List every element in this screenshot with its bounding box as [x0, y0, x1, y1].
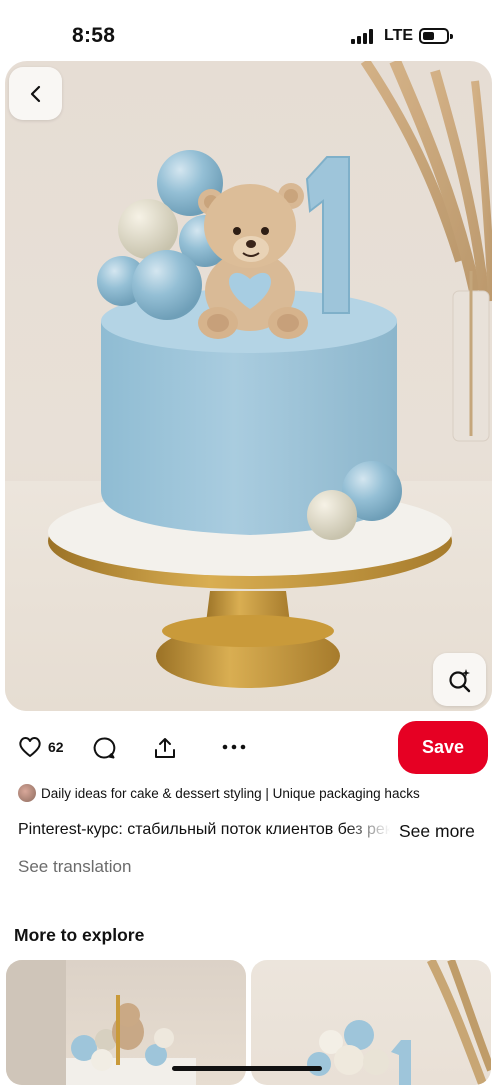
visual-search-button[interactable] — [433, 653, 486, 706]
comment-bubble-icon — [93, 737, 116, 759]
pin-action-bar: 62 Save — [0, 718, 497, 778]
ellipsis-icon — [222, 744, 246, 750]
creator-board-link[interactable]: Daily ideas for cake & dessert styling |… — [18, 784, 420, 802]
more-options-button[interactable] — [222, 744, 246, 750]
see-translation-link[interactable]: See translation — [18, 857, 131, 877]
heart-icon — [19, 737, 41, 757]
network-type: LTE — [384, 27, 414, 44]
avatar — [18, 784, 36, 802]
status-time: 8:58 — [72, 24, 116, 47]
cake-illustration — [48, 61, 492, 688]
pin-image[interactable] — [5, 61, 492, 711]
section-heading: More to explore — [14, 925, 145, 945]
cellular-signal-icon — [351, 29, 375, 44]
likes-count: 62 — [48, 739, 64, 755]
comment-button[interactable] — [92, 736, 116, 760]
creator-board-name: Daily ideas for cake & dessert styling |… — [41, 785, 420, 801]
pin-description: Pinterest-курс: стабильный поток клиенто… — [18, 821, 390, 838]
see-more-link[interactable]: See more — [399, 821, 475, 842]
like-button[interactable]: 62 — [18, 736, 64, 758]
share-button[interactable] — [153, 736, 177, 760]
lens-search-icon — [448, 668, 470, 692]
home-indicator — [172, 1066, 322, 1071]
battery-icon — [419, 28, 453, 44]
status-bar: 8:58 LTE — [0, 0, 497, 62]
save-button[interactable]: Save — [398, 721, 488, 774]
share-upload-icon — [155, 738, 175, 758]
chevron-left-icon — [30, 85, 40, 102]
back-button[interactable] — [9, 67, 62, 120]
